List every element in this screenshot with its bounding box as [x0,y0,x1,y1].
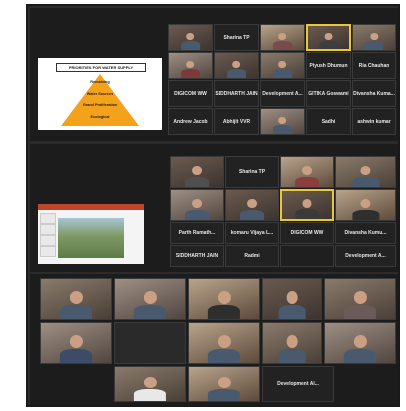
video-tile[interactable] [168,24,213,51]
video-tile[interactable] [262,322,322,364]
video-tile[interactable] [260,24,305,51]
video-tile[interactable] [168,52,213,79]
video-tile[interactable] [335,156,396,188]
video-tile[interactable] [188,366,260,402]
video-tile[interactable] [40,322,112,364]
shared-presentation [38,204,144,264]
participant-avatar [343,291,377,319]
video-tile[interactable] [170,156,224,188]
participant-avatar [59,291,93,319]
video-tile[interactable] [188,278,260,320]
participant-avatar [180,32,201,50]
name-tile[interactable]: Sharina TP [214,24,259,51]
video-tile[interactable] [280,245,334,267]
name-tile[interactable]: ashwin kumar [352,108,396,135]
video-tile[interactable] [280,156,334,188]
pyramid-level-1: Remaining [90,80,110,84]
name-tile[interactable]: Piyush Dhumun [306,52,351,79]
slide-thumbnail [40,213,56,224]
video-tile[interactable] [114,278,186,320]
video-tile[interactable] [352,24,396,51]
participant-avatar [295,199,319,219]
name-tile[interactable]: Divansha Kuma... [352,80,396,107]
pyramid-level-4: Ecological [90,115,110,119]
video-tile[interactable] [260,108,305,135]
meeting-panel-3: Development Al... [30,274,398,405]
video-tile[interactable] [262,278,322,320]
pyramid-level-3: Grand Proliferation [82,103,118,107]
participant-avatar [343,335,377,363]
participant-avatar [272,60,293,78]
participant-avatar [278,335,306,363]
participant-avatar [364,32,384,50]
video-tile[interactable] [335,189,396,221]
slide-title: PRIORITIES FOR WATER SUPPLY [56,63,146,72]
participant-avatar [185,199,209,220]
video-tile[interactable] [324,322,396,364]
slide-thumbnail [40,235,56,246]
name-tile[interactable]: Sharina TP [225,156,279,188]
participant-avatar [295,166,319,187]
slide-thumbnail [40,246,56,257]
participant-avatar [240,199,264,220]
name-tile[interactable]: Ria Chauhan [352,52,396,79]
name-tile[interactable]: DIGICOM WW [168,80,213,107]
name-tile[interactable]: Development A... [260,80,305,107]
video-tile[interactable] [260,52,305,79]
name-tile[interactable]: Radmi [225,245,279,267]
video-tile[interactable] [114,322,186,364]
participant-avatar [351,166,380,187]
participant-avatar [207,335,241,363]
video-tile[interactable] [40,278,112,320]
participant-avatar [207,291,241,319]
shared-slide: PRIORITIES FOR WATER SUPPLY Remaining Wa… [38,58,162,130]
screenshot-collage: PRIORITIES FOR WATER SUPPLY Remaining Wa… [26,4,400,407]
name-tile[interactable]: Sadhi [306,108,351,135]
name-tile[interactable]: Divansha Kumu... [335,222,396,244]
participant-avatar [272,32,293,50]
participant-avatar [319,32,338,49]
name-tile[interactable]: SIDDHARTH JAIN [170,245,224,267]
participant-avatar [207,377,241,401]
video-tile[interactable] [225,189,279,221]
video-tile[interactable] [214,52,259,79]
video-tile[interactable] [114,366,186,402]
name-tile[interactable]: komaru Vijaya L... [225,222,279,244]
name-tile[interactable]: Abhijit VVR [214,108,259,135]
video-tile[interactable] [188,322,260,364]
participant-avatar [351,199,380,220]
participant-avatar [272,116,293,134]
participant-avatar [180,60,201,78]
video-tile[interactable] [170,189,224,221]
participant-avatar [185,166,209,187]
slide-thumbnail [40,224,56,235]
name-tile[interactable]: SIDDHARTH JAIN [214,80,259,107]
name-tile[interactable]: GITIKA Goswami [306,80,351,107]
meeting-panel-2: Sharina TP Parth Ramath... komaru Vijaya… [30,144,398,272]
meeting-panel-1: PRIORITIES FOR WATER SUPPLY Remaining Wa… [30,8,398,141]
active-speaker-tile[interactable] [306,24,351,51]
pyramid-level-2: Water Sources [86,92,114,96]
video-tile[interactable] [324,278,396,320]
participant-avatar [59,335,93,363]
slide-photo [58,218,124,258]
participant-avatar [133,291,167,319]
name-tile[interactable]: Parth Ramath... [170,222,224,244]
name-tile[interactable]: Development Al... [262,366,334,402]
participant-avatar [278,291,306,319]
participant-avatar [226,60,247,78]
name-tile[interactable]: Andrew Jacob [168,108,213,135]
presentation-ribbon [38,204,144,210]
active-speaker-tile[interactable] [280,189,334,221]
name-tile[interactable]: Development A... [335,245,396,267]
name-tile[interactable]: DIGICOM WW [280,222,334,244]
participant-avatar [133,377,167,401]
